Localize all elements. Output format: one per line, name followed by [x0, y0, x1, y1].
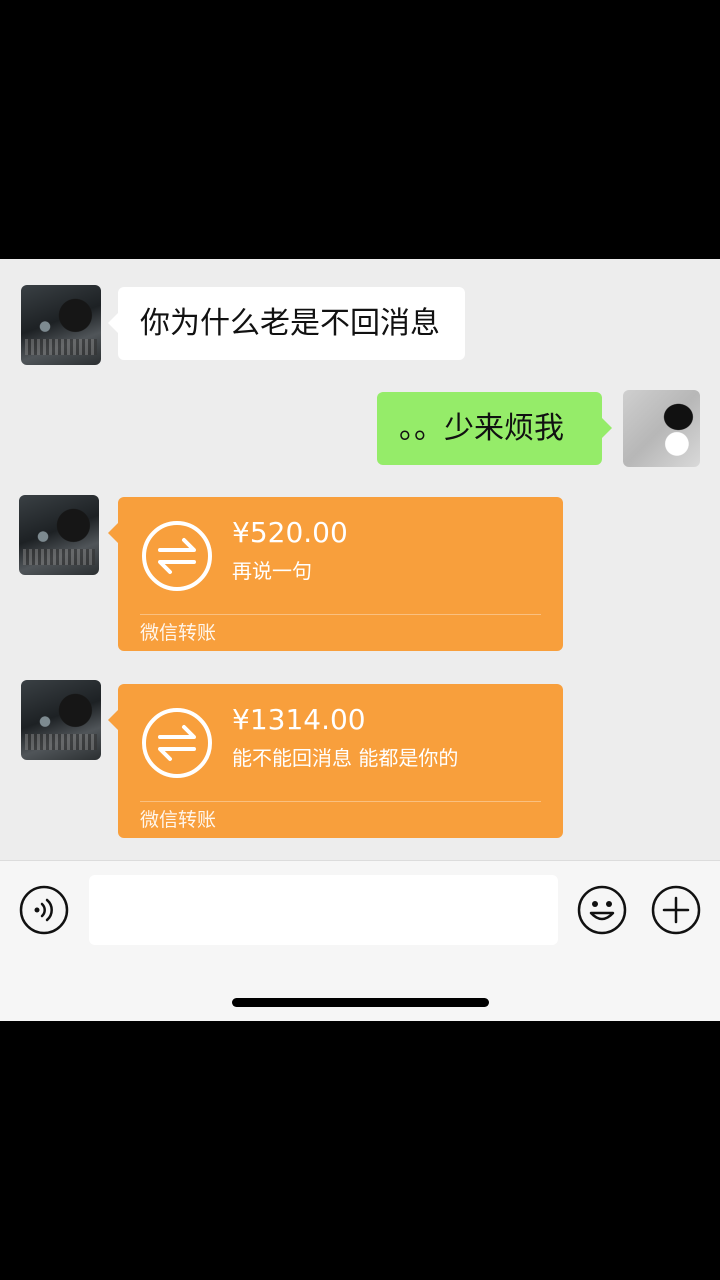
plus-icon[interactable]: [651, 885, 701, 935]
transfer-note: 再说一句: [232, 559, 312, 583]
transfer-amount: ¥520.00: [232, 516, 348, 549]
transfer-divider: [140, 801, 541, 802]
voice-icon[interactable]: [19, 885, 69, 935]
transfer-arrows-icon: [142, 521, 212, 591]
input-bar: [0, 860, 720, 1021]
transfer-card[interactable]: ¥1314.00 能不能回消息 能都是你的 微信转账: [108, 684, 563, 838]
message-text: 你为什么老是不回消息: [140, 306, 440, 341]
transfer-note: 能不能回消息 能都是你的: [232, 746, 459, 770]
message-text: 。。少来烦我: [399, 411, 564, 446]
transfer-card[interactable]: ¥520.00 再说一句 微信转账: [108, 497, 563, 651]
home-indicator[interactable]: [232, 998, 489, 1007]
message-input[interactable]: [89, 875, 558, 945]
chat-screen: 你为什么老是不回消息 。。少来烦我 ¥520.00 再说一句 微信转账 ¥131…: [0, 259, 720, 1021]
transfer-label: 微信转账: [140, 809, 217, 831]
message-bubble-outgoing[interactable]: 。。少来烦我: [377, 392, 612, 465]
emoji-icon[interactable]: [577, 885, 627, 935]
transfer-amount: ¥1314.00: [232, 703, 366, 736]
message-bubble-incoming[interactable]: 你为什么老是不回消息: [108, 287, 465, 360]
transfer-label: 微信转账: [140, 622, 217, 644]
transfer-arrows-icon: [142, 708, 212, 778]
contact-avatar[interactable]: [21, 680, 101, 760]
my-avatar[interactable]: [623, 390, 700, 467]
contact-avatar[interactable]: [21, 285, 101, 365]
contact-avatar[interactable]: [19, 495, 99, 575]
transfer-divider: [140, 614, 541, 615]
